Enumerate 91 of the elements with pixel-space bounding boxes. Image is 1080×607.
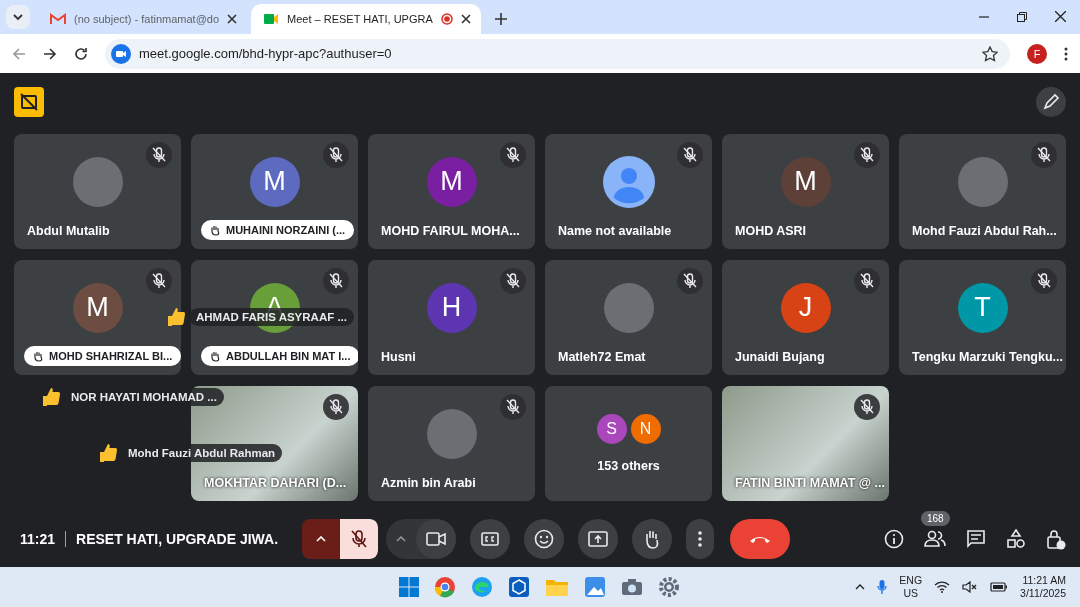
thumbs-up-icon <box>97 442 119 464</box>
back-icon[interactable] <box>12 46 26 61</box>
raised-hand-icon <box>210 224 220 236</box>
avatar: M <box>780 156 831 207</box>
wifi-icon[interactable] <box>934 581 951 593</box>
raised-hand-icon <box>33 350 43 362</box>
info-icon[interactable] <box>884 528 904 549</box>
language-indicator[interactable]: ENG US <box>899 574 923 600</box>
close-icon[interactable] <box>460 14 471 24</box>
browser-tab[interactable]: (no subject) - fatinmamat@do <box>38 4 248 34</box>
taskbar-clock[interactable]: 11:21 AM 3/11/2025 <box>1020 574 1066 600</box>
leave-call-button[interactable] <box>730 518 790 559</box>
meeting-title: RESET HATI, UPGRADE JIWA. <box>76 530 279 547</box>
avatar: M <box>426 156 477 207</box>
settings-icon[interactable] <box>658 576 680 598</box>
browser-tab[interactable]: Meet – RESET HATI, UPGRA <box>251 4 481 34</box>
lock-icon[interactable] <box>1046 527 1066 550</box>
person-silhouette-icon <box>602 155 655 208</box>
mail-icon <box>50 13 66 25</box>
participant-name: MOHD ASRI <box>735 224 807 238</box>
participant-name: Matleh72 Emat <box>558 350 646 364</box>
more-options-button[interactable] <box>686 518 714 559</box>
participant-name: Junaidi Bujang <box>735 350 825 364</box>
present-screen-button[interactable] <box>578 518 618 559</box>
bookmark-star-icon[interactable] <box>982 45 998 62</box>
chat-icon[interactable] <box>966 528 986 549</box>
raise-hand-button[interactable] <box>632 518 672 559</box>
thumbs-up-icon <box>40 386 62 408</box>
participant-count-badge: 168 <box>921 510 950 526</box>
avatar: M <box>72 282 123 333</box>
more-icon <box>698 530 702 547</box>
video-camera-icon <box>111 43 131 64</box>
avatar: N <box>630 413 661 444</box>
participant-name: Abdul Mutalib <box>27 224 110 238</box>
more-icon[interactable] <box>1064 46 1068 61</box>
participant-name: MOKHTAR DAHARI (D... <box>204 476 347 490</box>
video-camera-icon <box>426 531 446 546</box>
participant-name: MUHAINI NORZAINI (... <box>226 224 346 236</box>
avatar: H <box>426 282 477 333</box>
cube-icon[interactable] <box>508 576 530 598</box>
participant-name: Husni <box>381 350 416 364</box>
participant-name: Mohd Fauzi Abdul Rah... <box>912 224 1057 238</box>
participant-name: ABDULLAH BIN MAT I... <box>226 350 351 362</box>
participant-name: Azmin bin Arabi <box>381 476 476 490</box>
captions-off-icon[interactable] <box>14 87 44 117</box>
chevron-down-icon <box>12 11 24 23</box>
caret-icon <box>396 535 406 542</box>
participant-name: 153 others <box>596 459 661 473</box>
participant-name: FATIN BINTI MAMAT @ ... <box>735 476 885 490</box>
tab-list-button[interactable] <box>6 5 30 29</box>
participant-name: Name not available <box>558 224 672 238</box>
emoji-button[interactable] <box>524 518 564 559</box>
thumbs-up-icon <box>165 306 187 328</box>
caret-icon <box>316 535 326 542</box>
avatar: M <box>249 156 300 207</box>
photos-icon[interactable] <box>584 576 606 598</box>
volume-muted-icon[interactable] <box>962 581 979 593</box>
avatar: J <box>780 282 831 333</box>
close-icon[interactable] <box>227 14 238 24</box>
shapes-icon[interactable] <box>1006 528 1026 549</box>
restore-icon[interactable] <box>1017 11 1027 22</box>
address-field[interactable]: meet.google.com/bhd-hypr-apc?authuser=0 <box>105 38 1010 69</box>
profile-avatar[interactable]: F <box>1027 43 1047 64</box>
caret-icon[interactable] <box>855 584 866 590</box>
camera-button[interactable] <box>416 518 456 559</box>
forward-icon[interactable] <box>43 46 57 61</box>
raised-hand-icon <box>210 350 220 362</box>
battery-icon[interactable] <box>990 581 1009 593</box>
avatar: S <box>596 413 627 444</box>
microphone-icon <box>350 528 368 549</box>
camera-icon[interactable] <box>621 578 643 596</box>
new-tab-icon[interactable] <box>494 13 507 25</box>
video-camera-icon <box>263 13 280 25</box>
pencil-icon[interactable] <box>1036 87 1066 117</box>
participant-name: MOHD FAIRUL MOHA... <box>381 224 520 238</box>
close-icon[interactable] <box>1055 11 1066 22</box>
smiley-icon <box>534 528 554 549</box>
people-icon[interactable] <box>924 529 946 548</box>
hand-icon <box>643 528 661 549</box>
participant-name: MOHD SHAHRIZAL BI... <box>49 350 173 362</box>
reload-icon[interactable] <box>74 46 88 61</box>
participant-name: Tengku Marzuki Tengku... <box>912 350 1063 364</box>
start-icon[interactable] <box>399 577 419 597</box>
present-icon <box>588 530 608 547</box>
browser-icon[interactable] <box>434 576 456 598</box>
meeting-time: 11:21 <box>20 530 56 547</box>
captions-button[interactable] <box>470 518 510 559</box>
microphone-icon[interactable] <box>877 579 888 595</box>
avatar: T <box>957 282 1008 333</box>
captions-icon <box>481 531 499 546</box>
microphone-button[interactable] <box>340 518 378 559</box>
